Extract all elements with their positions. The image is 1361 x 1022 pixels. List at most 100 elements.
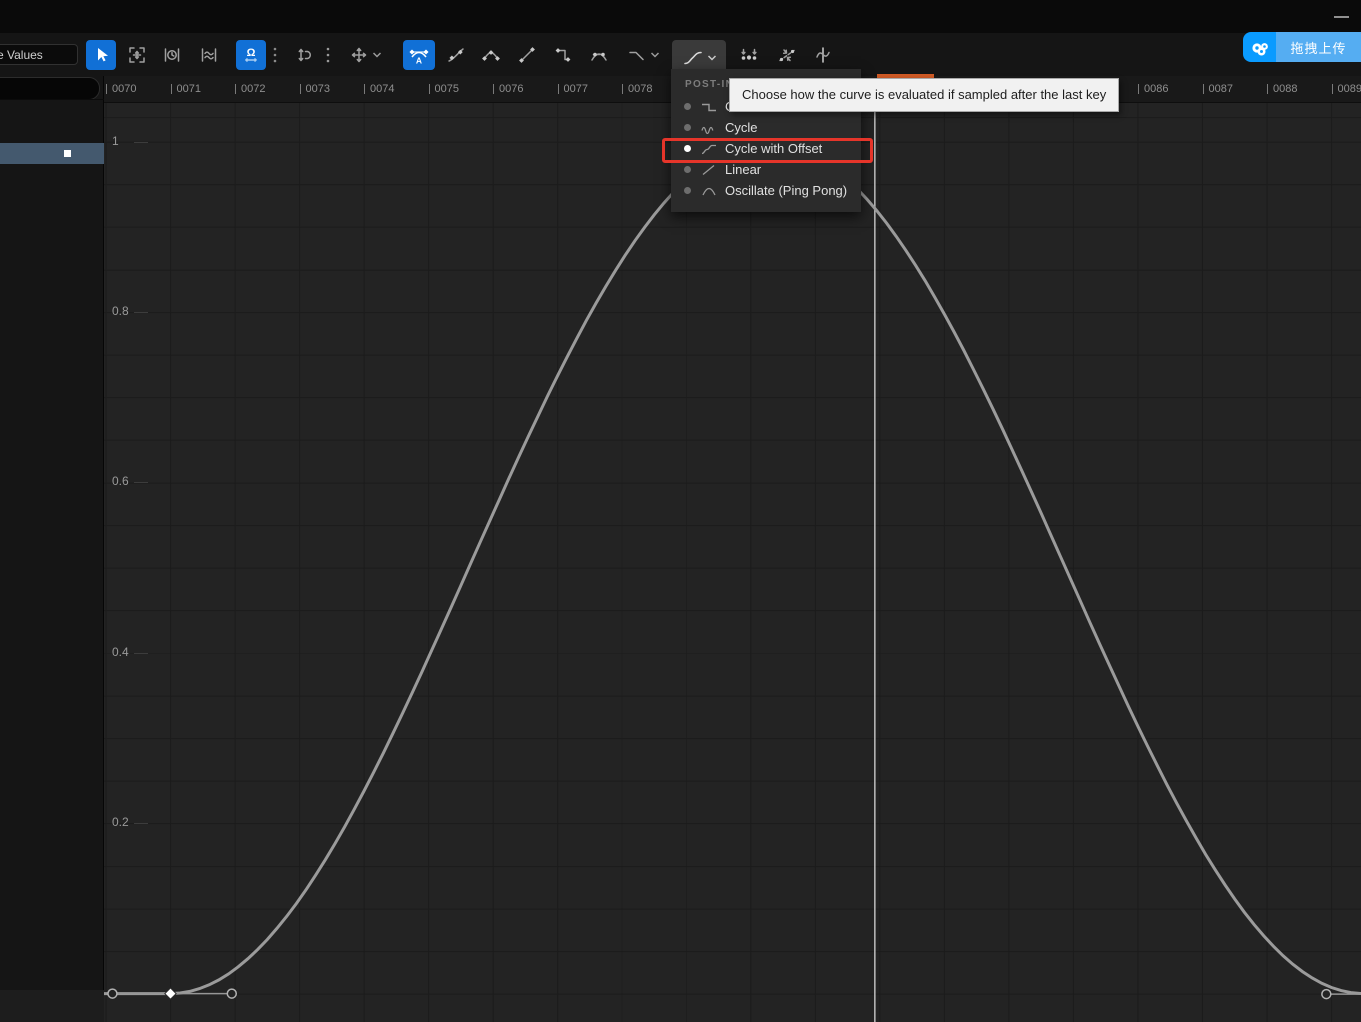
chevron-down-icon xyxy=(650,51,660,59)
value-axis-tick xyxy=(134,482,148,483)
frame-tick-label: 0070 xyxy=(112,83,136,95)
panel-divider xyxy=(0,99,104,100)
minimize-icon[interactable] xyxy=(1334,16,1349,18)
chevron-down-icon xyxy=(707,54,717,62)
panel-bottom-strip xyxy=(0,990,104,1022)
cursor-select-button[interactable] xyxy=(86,40,116,70)
frame-tick xyxy=(622,84,623,94)
frame-tick xyxy=(429,84,430,94)
track-panel xyxy=(0,76,104,1022)
ellipsis-vertical-icon xyxy=(325,45,331,65)
frame-tick-label: 0086 xyxy=(1144,83,1168,95)
value-axis-label: 1 xyxy=(112,134,119,148)
constant-curve-icon xyxy=(701,101,717,113)
value-axis-tick xyxy=(134,312,148,313)
frame-tick-label: 0075 xyxy=(435,83,459,95)
title-bar xyxy=(0,0,1361,33)
simplify-curve-icon xyxy=(813,45,833,65)
tangent-linear-icon xyxy=(517,45,537,65)
tangent-weighted-icon xyxy=(589,45,609,65)
frame-tick-label: 0077 xyxy=(564,83,588,95)
linear-curve-icon xyxy=(701,164,717,176)
simplify-curve-button[interactable] xyxy=(808,40,838,70)
frame-tick xyxy=(300,84,301,94)
tooltip: Choose how the curve is evaluated if sam… xyxy=(729,78,1119,112)
auto-tangent-icon: A xyxy=(408,44,430,66)
value-axis-label: 0.6 xyxy=(112,474,129,488)
frame-tick-label: 0088 xyxy=(1273,83,1297,95)
cycle-curve-icon xyxy=(701,122,717,134)
snap-time-button[interactable] xyxy=(157,40,187,70)
value-axis-label: 0.2 xyxy=(112,815,129,829)
svg-text:Ω: Ω xyxy=(247,47,256,59)
radio-dot-icon xyxy=(684,187,691,194)
straighten-tangents-button[interactable] xyxy=(772,40,802,70)
frame-tick-label: 0072 xyxy=(241,83,265,95)
curve-color-swatch xyxy=(64,150,71,157)
tangent-stepped-icon xyxy=(553,45,573,65)
retime-button[interactable] xyxy=(290,40,320,70)
auto-tangent-button[interactable]: A xyxy=(403,40,435,70)
frame-tick xyxy=(1267,84,1268,94)
value-axis-tick xyxy=(134,653,148,654)
frame-tick xyxy=(106,84,107,94)
plot-area[interactable]: 1 0.8 0.6 0.4 0.2 xyxy=(104,103,1361,1022)
omega-normalize-icon: Ω xyxy=(241,45,261,65)
track-filter-input[interactable] xyxy=(0,77,100,100)
frame-transform-button[interactable] xyxy=(122,40,152,70)
annotation-highlight-box xyxy=(662,138,873,163)
more-options-button[interactable] xyxy=(318,40,338,70)
tangent-weighted-button[interactable] xyxy=(584,40,614,70)
tangent-linear-button[interactable] xyxy=(512,40,542,70)
value-axis-tick xyxy=(134,142,148,143)
tangent-stepped-button[interactable] xyxy=(548,40,578,70)
straighten-tangents-icon xyxy=(777,45,797,65)
frame-tick xyxy=(171,84,172,94)
frame-tick-label: 0078 xyxy=(628,83,652,95)
radio-dot-icon xyxy=(684,103,691,110)
values-input[interactable]: e Values xyxy=(0,44,78,65)
frame-tick-label: 0073 xyxy=(306,83,330,95)
frame-tick xyxy=(558,84,559,94)
upload-label: 拖拽上传 xyxy=(1276,32,1361,62)
flatten-tangents-button[interactable] xyxy=(734,40,764,70)
normalized-view-button[interactable]: Ω xyxy=(236,40,266,70)
frame-tick xyxy=(364,84,365,94)
retime-icon xyxy=(295,45,315,65)
frame-tick xyxy=(493,84,494,94)
frame-tick-label: 0074 xyxy=(370,83,394,95)
tangent-smooth-icon xyxy=(446,45,466,65)
value-axis-tick xyxy=(134,823,148,824)
frame-tick xyxy=(1138,84,1139,94)
snap-values-icon xyxy=(199,45,219,65)
menu-item-oscillate[interactable]: Oscillate (Ping Pong) xyxy=(671,180,861,201)
frame-tick-label: 0071 xyxy=(177,83,201,95)
frame-tick xyxy=(1203,84,1204,94)
tangent-break-button[interactable] xyxy=(476,40,506,70)
pre-infinity-button[interactable] xyxy=(620,40,666,70)
upload-widget[interactable]: 拖拽上传 xyxy=(1243,32,1361,62)
chevron-down-icon xyxy=(372,51,382,59)
tangent-break-icon xyxy=(481,45,501,65)
frame-tick-label: 0076 xyxy=(499,83,523,95)
flatten-tangents-icon xyxy=(739,45,759,65)
value-axis-label: 0.4 xyxy=(112,645,129,659)
post-infinity-icon xyxy=(682,48,704,68)
snap-values-button[interactable] xyxy=(194,40,224,70)
frame-tick xyxy=(235,84,236,94)
pre-infinity-icon xyxy=(627,45,647,65)
radio-dot-icon xyxy=(684,166,691,173)
frame-tick-label: 0087 xyxy=(1209,83,1233,95)
tangent-smooth-button[interactable] xyxy=(441,40,471,70)
menu-item-cycle[interactable]: Cycle xyxy=(671,117,861,138)
move-mode-button[interactable] xyxy=(344,40,386,70)
normalized-view-options-button[interactable] xyxy=(266,40,284,70)
move-cross-icon xyxy=(349,45,369,65)
cloud-drive-logo-icon xyxy=(1243,32,1276,62)
cursor-icon xyxy=(91,45,111,65)
value-axis-label: 0.8 xyxy=(112,304,129,318)
selected-track-row[interactable] xyxy=(0,143,104,164)
frame-tick-label: 0089 xyxy=(1338,83,1361,95)
svg-text:A: A xyxy=(416,56,422,66)
snap-time-icon xyxy=(162,45,182,65)
